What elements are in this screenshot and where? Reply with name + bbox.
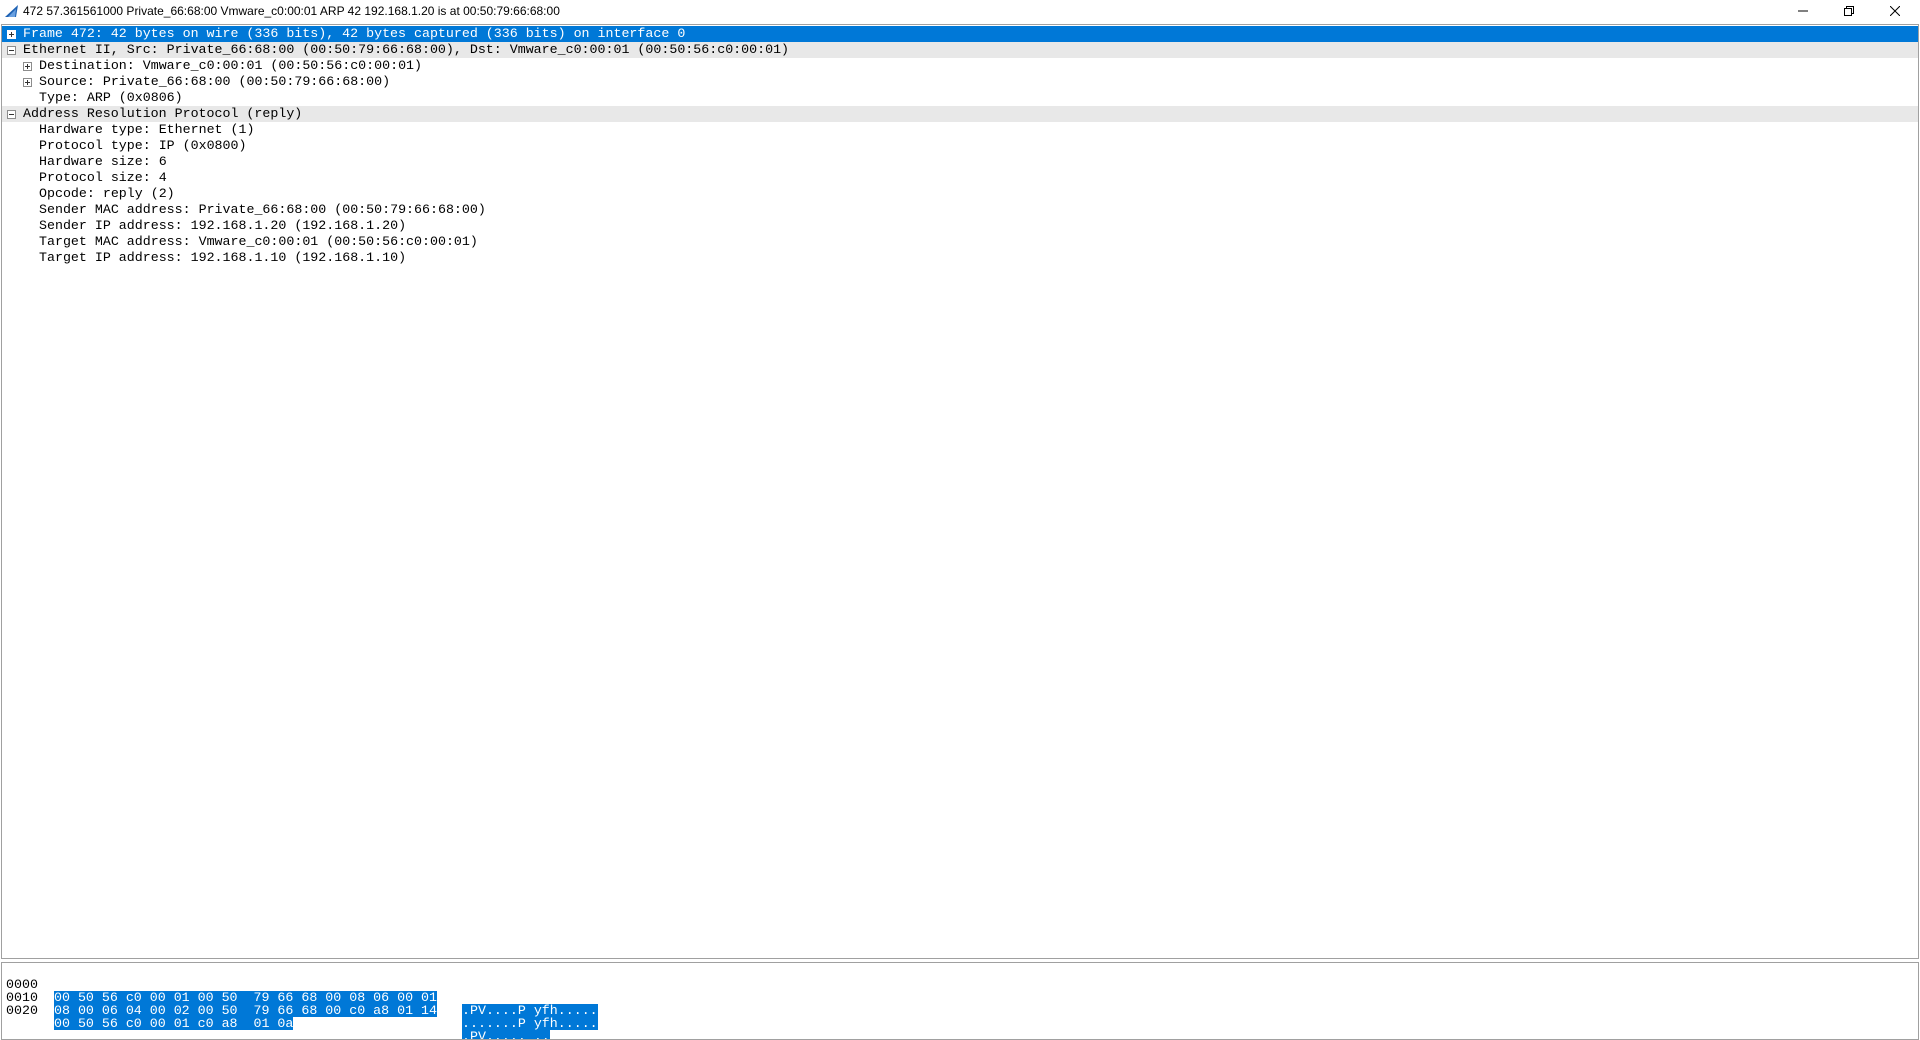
minimize-icon — [1798, 10, 1808, 12]
tree-row-arp-field[interactable]: Protocol size: 4 — [2, 170, 1918, 186]
tree-row-label: Hardware type: Ethernet (1) — [39, 122, 255, 137]
tree-row-frame[interactable]: Frame 472: 42 bytes on wire (336 bits), … — [2, 26, 1918, 42]
wireshark-fin-icon — [5, 5, 18, 17]
bytes-row[interactable]: 0010 08 00 06 04 00 02 00 50 79 66 68 00… — [2, 978, 598, 1030]
expand-icon[interactable] — [7, 30, 16, 39]
tree-row-arp-field[interactable]: Protocol type: IP (0x0800) — [2, 138, 1918, 154]
tree-row-arp-field[interactable]: Target MAC address: Vmware_c0:00:01 (00:… — [2, 234, 1918, 250]
tree-row-label: Destination: Vmware_c0:00:01 (00:50:56:c… — [39, 58, 423, 73]
tree-row-eth-destination[interactable]: Destination: Vmware_c0:00:01 (00:50:56:c… — [2, 58, 1918, 74]
minimize-button[interactable] — [1780, 0, 1826, 22]
ascii-bytes[interactable]: .PV..... .. — [462, 1030, 550, 1039]
bytes-row[interactable]: 0020 00 50 56 c0 00 01 c0 a8 01 0a .PV..… — [2, 991, 550, 1039]
tree-row-label: Protocol size: 4 — [39, 170, 167, 185]
collapse-icon[interactable] — [7, 46, 16, 55]
tree-row-arp-field[interactable]: Target IP address: 192.168.1.10 (192.168… — [2, 250, 1918, 266]
tree-row-eth-source[interactable]: Source: Private_66:68:00 (00:50:79:66:68… — [2, 74, 1918, 90]
collapse-icon[interactable] — [7, 110, 16, 119]
title-bar: 472 57.361561000 Private_66:68:00 Vmware… — [0, 0, 1920, 22]
tree-row-label: Frame 472: 42 bytes on wire (336 bits), … — [23, 26, 686, 41]
tree-row-arp-field[interactable]: Hardware size: 6 — [2, 154, 1918, 170]
close-button[interactable] — [1872, 0, 1918, 22]
tree-row-label: Hardware size: 6 — [39, 154, 167, 169]
tree-row-label: Opcode: reply (2) — [39, 186, 175, 201]
tree-row-arp-field[interactable]: Hardware type: Ethernet (1) — [2, 122, 1918, 138]
packet-bytes-pane[interactable]: 0000 00 50 56 c0 00 01 00 50 79 66 68 00… — [1, 962, 1919, 1040]
tree-row-label: Sender IP address: 192.168.1.20 (192.168… — [39, 218, 407, 233]
tree-row-label: Protocol type: IP (0x0800) — [39, 138, 247, 153]
tree-row-label: Target IP address: 192.168.1.10 (192.168… — [39, 250, 407, 265]
expand-icon[interactable] — [23, 62, 32, 71]
restore-icon — [1844, 6, 1854, 16]
tree-row-arp[interactable]: Address Resolution Protocol (reply) — [2, 106, 1918, 122]
close-icon — [1890, 6, 1900, 16]
byte-offset: 0020 — [6, 1003, 38, 1018]
tree-row-arp-field[interactable]: Sender IP address: 192.168.1.20 (192.168… — [2, 218, 1918, 234]
restore-button[interactable] — [1826, 0, 1872, 22]
hex-bytes[interactable]: 00 50 56 c0 00 01 c0 a8 01 0a — [54, 1017, 294, 1030]
tree-row-eth-type[interactable]: Type: ARP (0x0806) — [2, 90, 1918, 106]
tree-row-label: Type: ARP (0x0806) — [39, 90, 183, 105]
tree-row-label: Source: Private_66:68:00 (00:50:79:66:68… — [39, 74, 391, 89]
expand-icon[interactable] — [23, 78, 32, 87]
tree-row-label: Ethernet II, Src: Private_66:68:00 (00:5… — [23, 42, 790, 57]
window-title: 472 57.361561000 Private_66:68:00 Vmware… — [23, 4, 560, 18]
tree-row-arp-field[interactable]: Opcode: reply (2) — [2, 186, 1918, 202]
tree-row-ethernet[interactable]: Ethernet II, Src: Private_66:68:00 (00:5… — [2, 42, 1918, 58]
bytes-row[interactable]: 0000 00 50 56 c0 00 01 00 50 79 66 68 00… — [2, 965, 598, 1017]
tree-row-label: Sender MAC address: Private_66:68:00 (00… — [39, 202, 486, 217]
tree-row-label: Target MAC address: Vmware_c0:00:01 (00:… — [39, 234, 478, 249]
tree-row-label: Address Resolution Protocol (reply) — [23, 106, 303, 121]
tree-row-arp-field[interactable]: Sender MAC address: Private_66:68:00 (00… — [2, 202, 1918, 218]
packet-details-pane[interactable]: Frame 472: 42 bytes on wire (336 bits), … — [1, 24, 1919, 959]
